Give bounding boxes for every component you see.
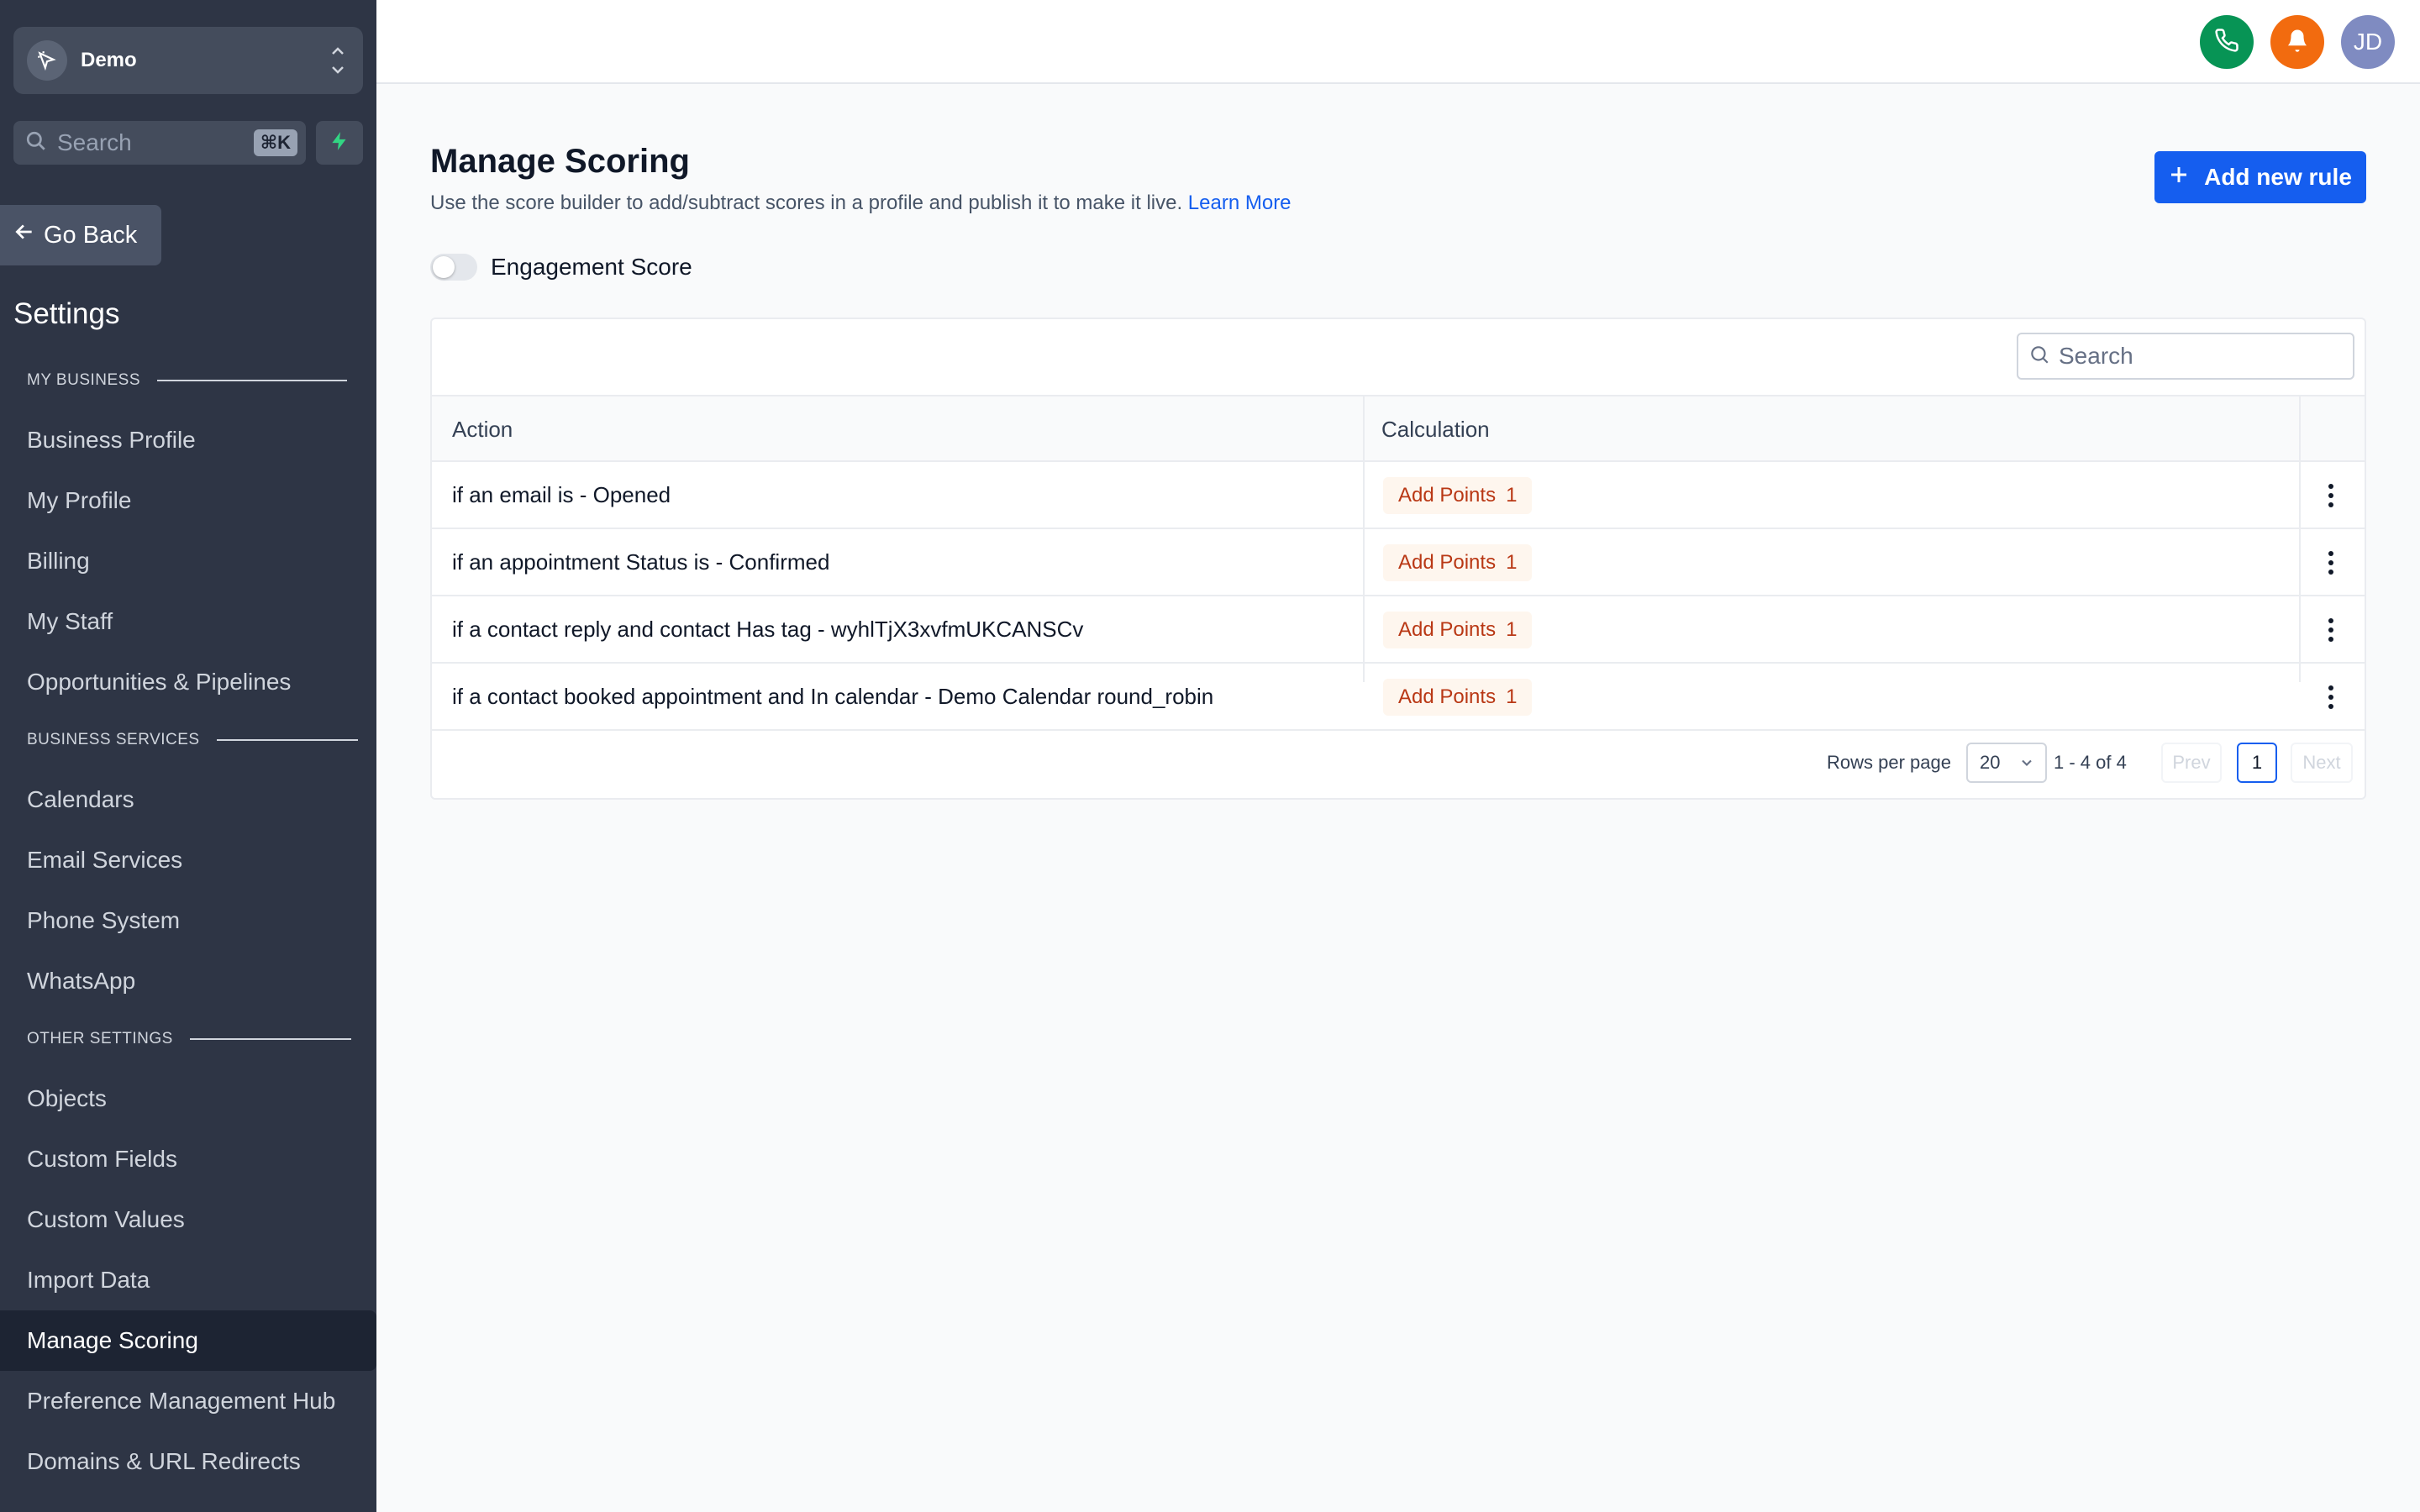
sidebar-search[interactable]: Search ⌘K [13,121,306,165]
divider [157,380,348,381]
search-icon [25,130,47,156]
calc-label: Add Points [1398,484,1497,507]
row-menu-icon[interactable] [2321,615,2341,645]
sidebar: Demo Search ⌘K Go Back Settings MY BUSIN… [0,0,376,1512]
top-bar: JD [376,0,2420,84]
section-label: OTHER SETTINGS [27,1030,173,1047]
row-action: if a contact booked appointment and In c… [452,684,1214,709]
calc-points: 1 [1506,685,1518,708]
rows-per-page-value: 20 [1980,752,2001,773]
account-icon [27,40,67,81]
engagement-score-toggle[interactable] [430,254,477,281]
engagement-score-label: Engagement Score [491,254,692,280]
lightning-icon [329,130,350,156]
rows-per-page-label: Rows per page [1827,752,1951,773]
row-action: if a contact reply and contact Has tag -… [452,617,1084,642]
calc-points: 1 [1506,618,1518,641]
page-description: Use the score builder to add/subtract sc… [430,192,1292,215]
column-header-action: Action [452,417,513,442]
sidebar-item-domains-url-redirects[interactable]: Domains & URL Redirects [0,1433,376,1490]
column-header-calculation: Calculation [1381,417,1490,442]
table-search-input[interactable]: Search [2017,333,2354,380]
sidebar-item-custom-values[interactable]: Custom Values [0,1191,376,1248]
sidebar-search-placeholder: Search [57,129,132,155]
sidebar-item-my-profile[interactable]: My Profile [0,472,376,529]
sidebar-item-business-profile[interactable]: Business Profile [0,412,376,469]
plus-icon [2169,164,2189,191]
page-title: Manage Scoring [430,143,690,180]
scoring-table-card: Search Action Calculation if an email is… [430,318,2366,800]
sidebar-item-whatsapp[interactable]: WhatsApp [0,953,376,1010]
phone-icon [2214,28,2239,57]
calc-points: 1 [1506,551,1518,574]
table-row: if a contact reply and contact Has tag -… [432,596,2365,664]
quick-action-button[interactable] [316,121,363,165]
go-back-button[interactable]: Go Back [0,205,161,265]
calculation-badge: Add Points 1 [1383,679,1533,716]
row-menu-icon[interactable] [2321,548,2341,578]
calculation-badge: Add Points 1 [1383,612,1533,648]
table-row: if an email is - Opened Add Points 1 [432,462,2365,529]
toggle-knob [433,256,455,278]
search-icon [2028,344,2050,370]
sidebar-item-preference-management-hub[interactable]: Preference Management Hub [0,1373,376,1430]
settings-title: Settings [13,297,120,330]
notifications-button[interactable] [2270,15,2324,69]
add-new-rule-button[interactable]: Add new rule [2154,151,2366,203]
section-label: MY BUSINESS [27,371,141,389]
chevron-up-down-icon [329,42,346,83]
table-header: Action Calculation [432,395,2365,462]
sidebar-item-manage-scoring[interactable]: Manage Scoring [0,1310,376,1371]
rows-per-page-select[interactable]: 20 [1966,743,2047,783]
chevron-down-icon [2018,754,2035,776]
account-switcher[interactable]: Demo [13,27,363,94]
sidebar-item-billing[interactable]: Billing [0,533,376,590]
sidebar-item-custom-fields[interactable]: Custom Fields [0,1131,376,1188]
page-1-button[interactable]: 1 [2237,743,2277,783]
sidebar-item-objects[interactable]: Objects [0,1070,376,1127]
phone-button[interactable] [2200,15,2254,69]
calc-label: Add Points [1398,685,1497,708]
sidebar-item-calendars[interactable]: Calendars [0,771,376,828]
arrow-left-icon [13,221,35,249]
divider [216,739,358,741]
divider [189,1038,351,1040]
sidebar-item-opportunities-pipelines[interactable]: Opportunities & Pipelines [0,654,376,711]
next-page-button[interactable]: Next [2291,743,2353,783]
table-row: if an appointment Status is - Confirmed … [432,529,2365,596]
table-row: if a contact booked appointment and In c… [432,664,2365,731]
avatar[interactable]: JD [2341,15,2395,69]
pagination-range: 1 - 4 of 4 [2054,752,2127,773]
section-my-business: MY BUSINESS [27,371,348,390]
section-other-settings: OTHER SETTINGS [27,1030,351,1048]
add-new-rule-label: Add new rule [2204,164,2352,190]
calculation-badge: Add Points 1 [1383,544,1533,581]
prev-page-button[interactable]: Prev [2161,743,2222,783]
account-name: Demo [81,49,137,71]
shortcut-badge: ⌘K [253,129,297,156]
row-menu-icon[interactable] [2321,682,2341,712]
bell-icon [2285,28,2310,57]
table-search-placeholder: Search [2059,343,2133,369]
description-text: Use the score builder to add/subtract sc… [430,192,1183,214]
row-action: if an email is - Opened [452,482,671,507]
section-business-services: BUSINESS SERVICES [27,731,358,749]
sidebar-item-email-services[interactable]: Email Services [0,832,376,889]
calc-label: Add Points [1398,618,1497,641]
calc-label: Add Points [1398,551,1497,574]
learn-more-link[interactable]: Learn More [1188,192,1292,214]
section-label: BUSINESS SERVICES [27,731,200,748]
sidebar-item-import-data[interactable]: Import Data [0,1252,376,1309]
calc-points: 1 [1506,484,1518,507]
go-back-label: Go Back [44,221,138,249]
row-menu-icon[interactable] [2321,480,2341,511]
row-action: if an appointment Status is - Confirmed [452,549,830,575]
calculation-badge: Add Points 1 [1383,477,1533,514]
sidebar-item-my-staff[interactable]: My Staff [0,593,376,650]
sidebar-item-phone-system[interactable]: Phone System [0,892,376,949]
